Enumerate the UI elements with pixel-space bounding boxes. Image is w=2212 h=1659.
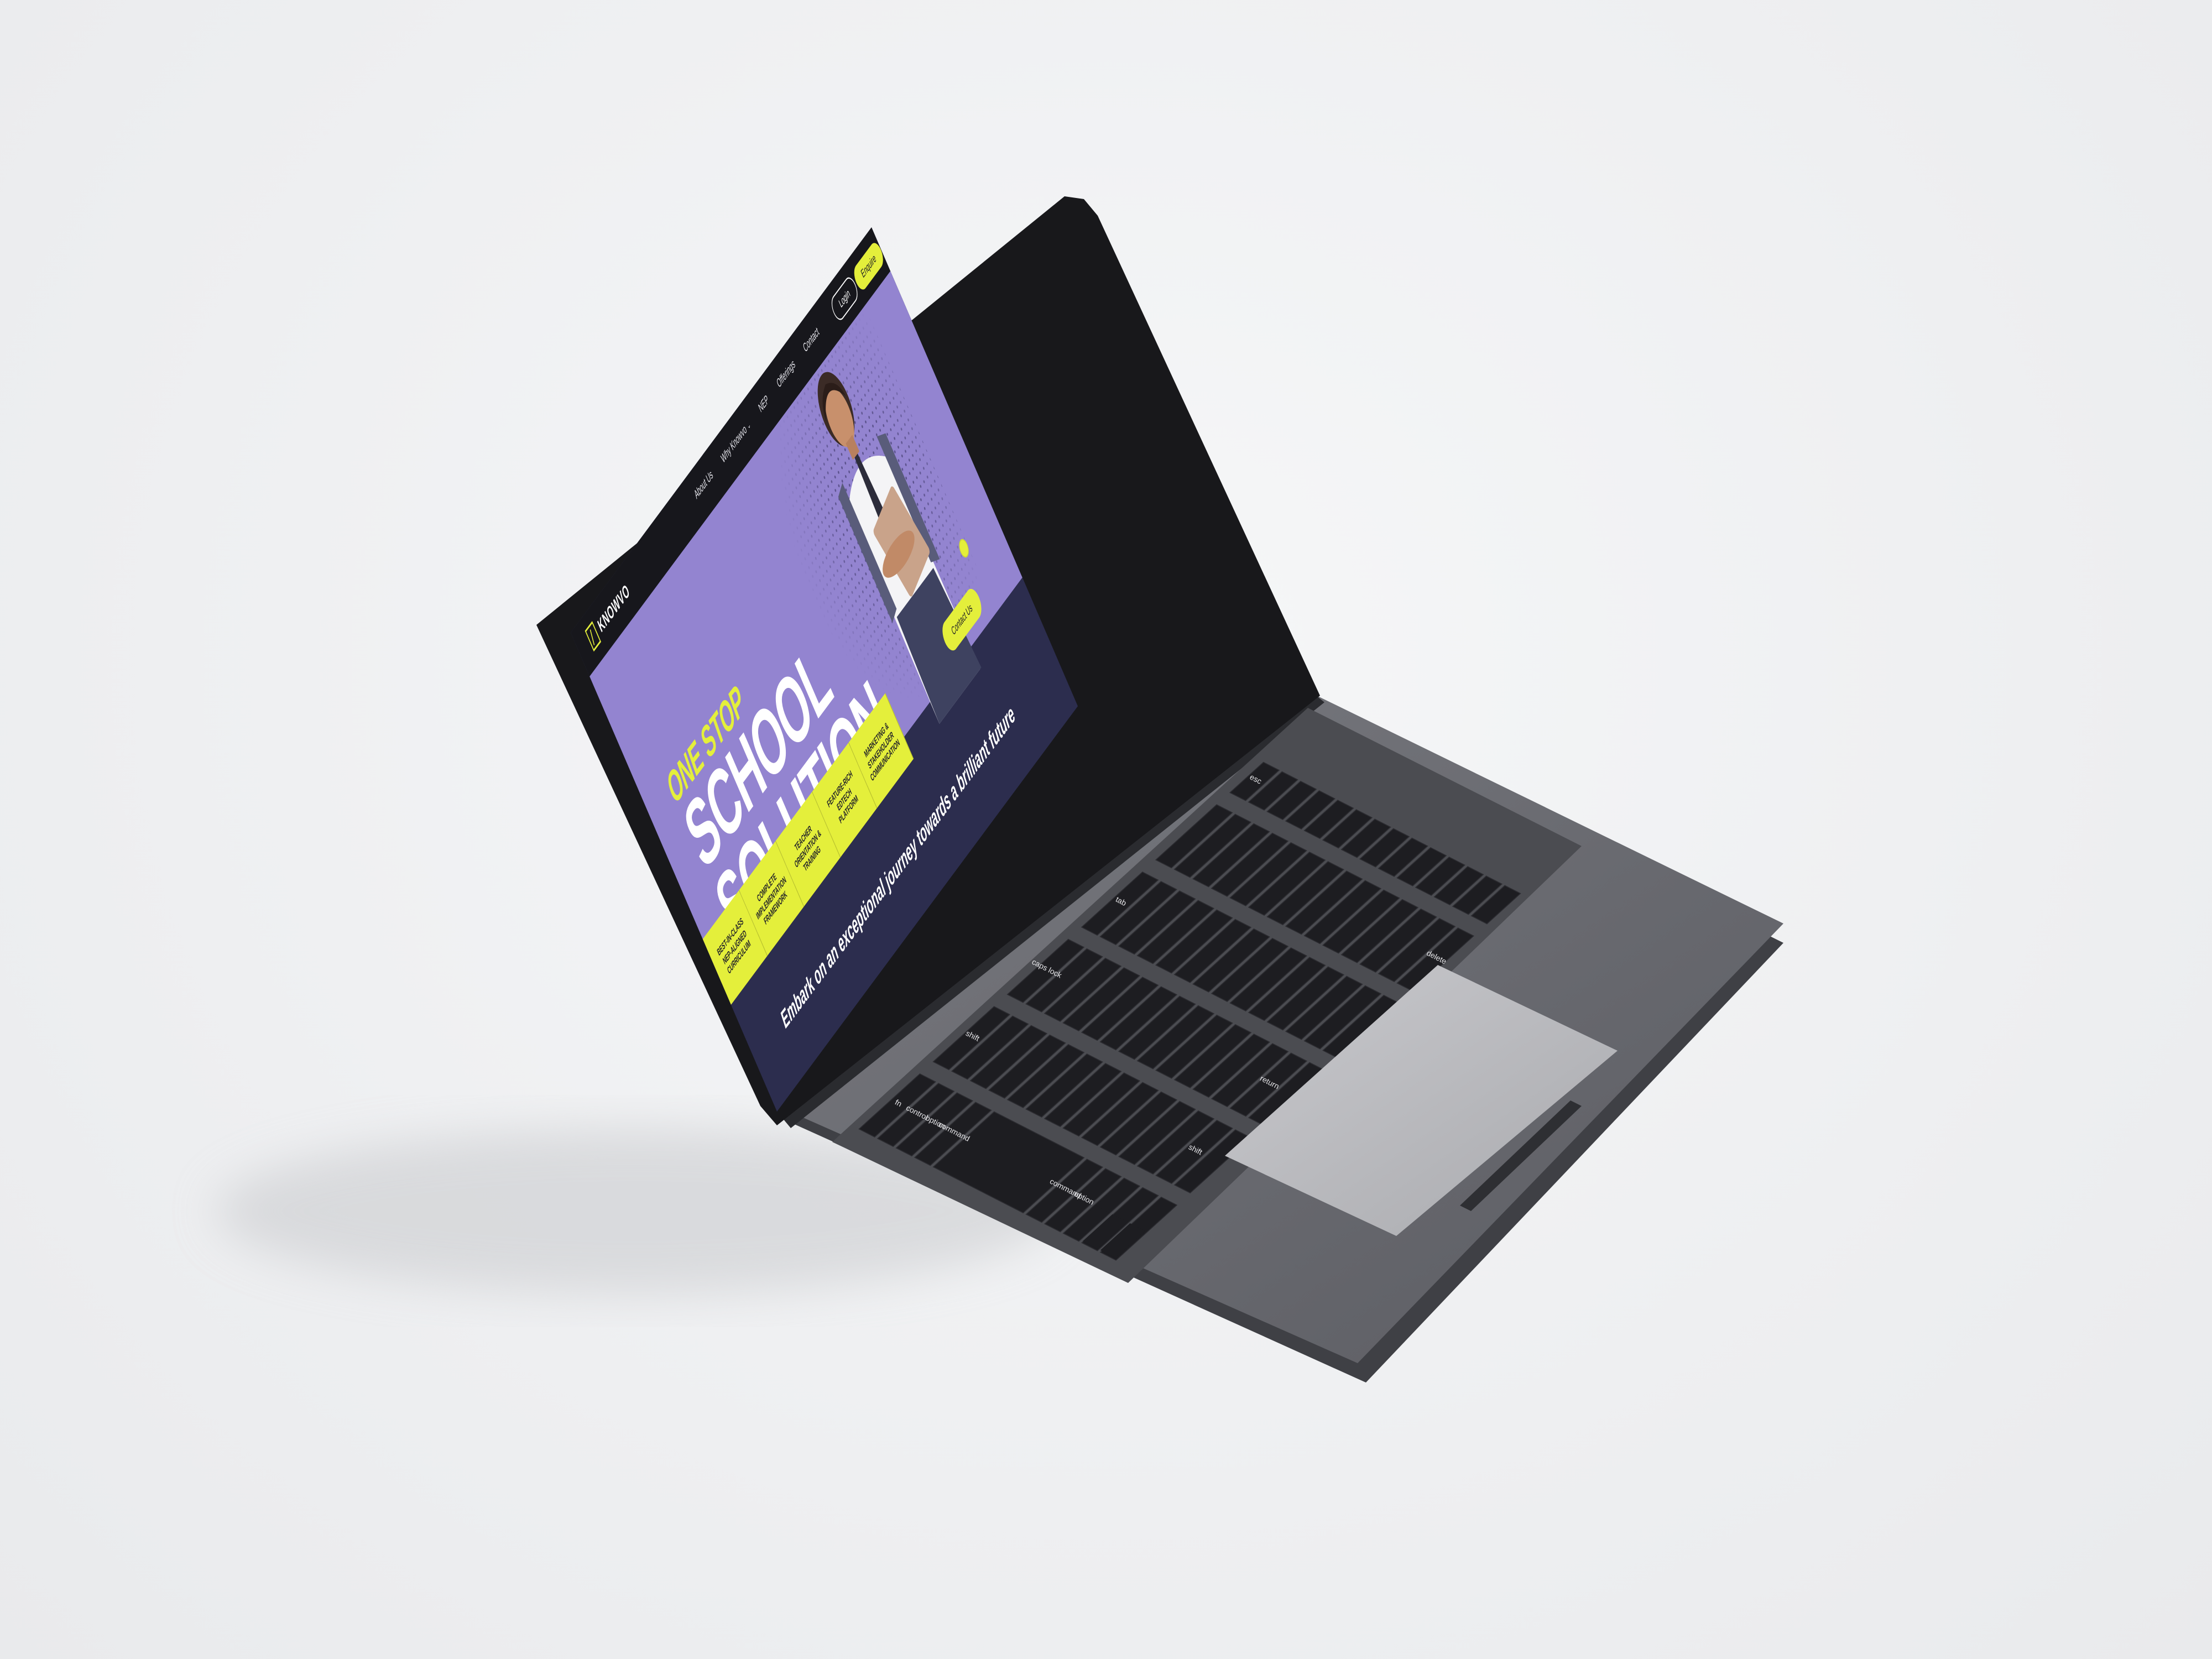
nav-about-us[interactable]: About Us bbox=[693, 468, 715, 503]
nav-contact[interactable]: Contact bbox=[802, 325, 821, 356]
nav-why-knowvo[interactable]: Why Knowvo ⌄ bbox=[719, 418, 752, 467]
laptop-lid bbox=[536, 196, 1320, 1125]
nav-nep[interactable]: NEP bbox=[757, 393, 771, 416]
nav-why-knowvo-label: Why Knowvo bbox=[719, 422, 749, 466]
mockup-stage: fn control option command command option shift… bbox=[0, 0, 2212, 1659]
nav-offerings[interactable]: Offerings bbox=[775, 357, 797, 392]
